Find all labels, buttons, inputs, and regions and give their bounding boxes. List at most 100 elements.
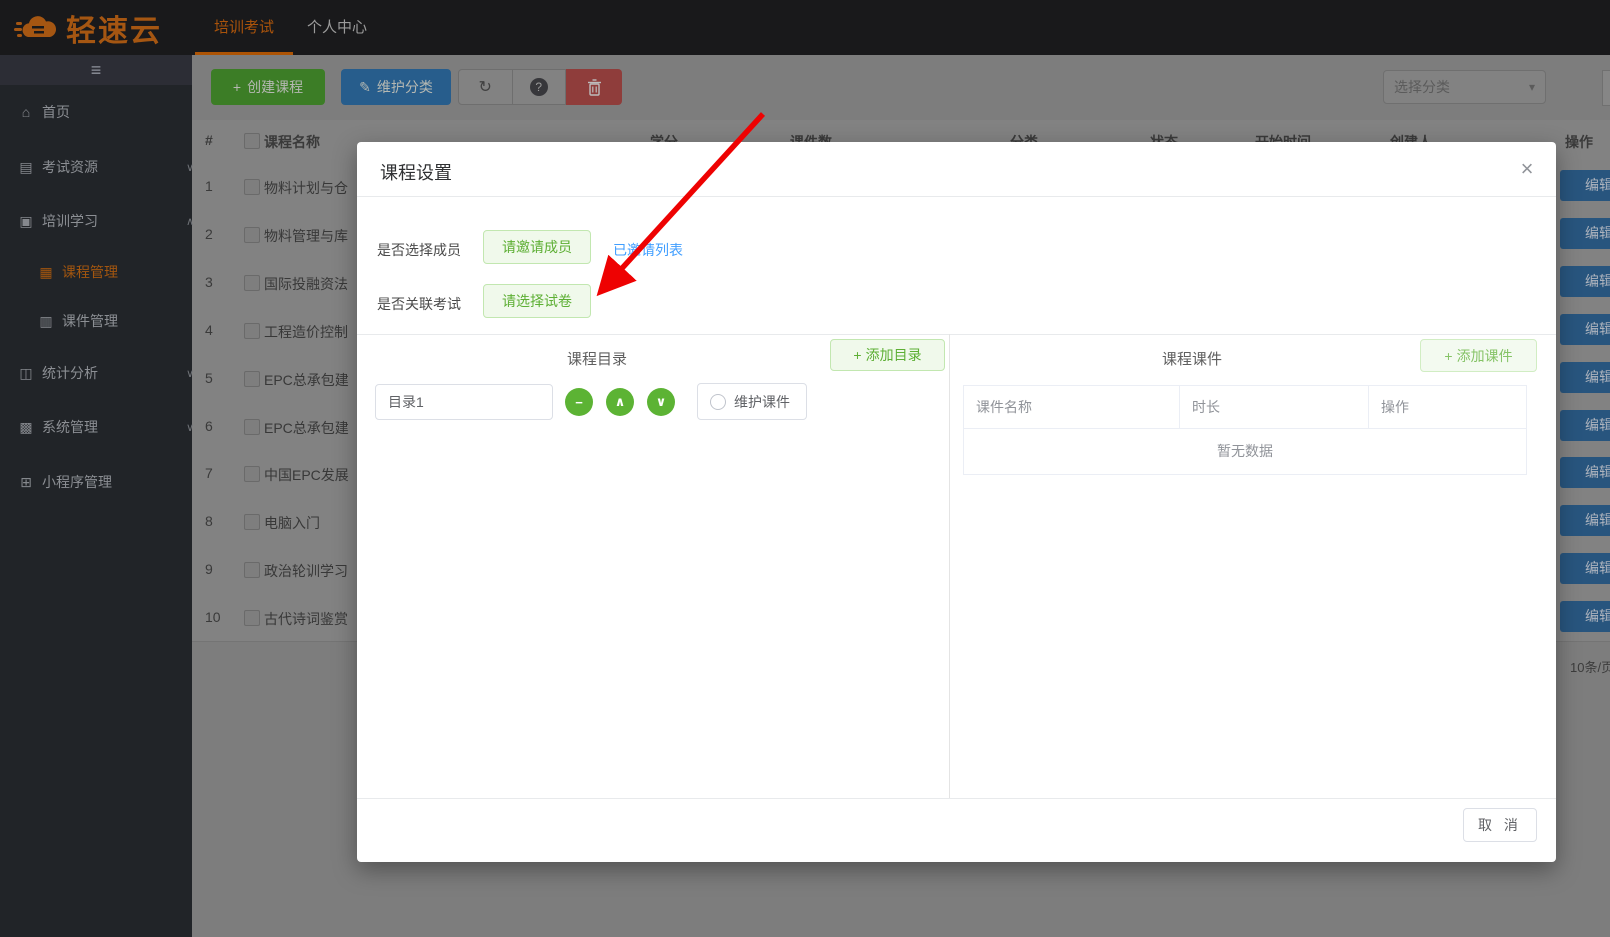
toolbar-button-group: ↻ ? xyxy=(458,69,566,105)
delete-button[interactable] xyxy=(566,69,622,105)
col-action: 操作 xyxy=(1368,386,1526,428)
column-header: 课程名称 xyxy=(264,134,320,150)
add-catalog-label: 添加目录 xyxy=(865,347,922,363)
sidebar: ≡ ⌂ 首页 ▤ 考试资源 ∨ ▣ 培训学习 ∧ ▦ 课程管理 ▥ 课件管理 ◫ 统计分析 ∨ ▩ 系统管理 ∨ ⊞… xyxy=(0,55,194,937)
row-checkbox[interactable] xyxy=(244,418,260,435)
sidebar-item-label: 培训学习 xyxy=(42,213,98,229)
course-name: 工程造价控制 xyxy=(264,323,348,340)
sidebar-item-2[interactable]: ▤ 考试资源 ∨ xyxy=(0,155,210,179)
create-course-label: 创建课程 xyxy=(247,79,304,95)
exam-resources-icon: ▤ xyxy=(19,158,33,175)
maintain-courseware-radio[interactable]: 维护课件 xyxy=(697,383,807,420)
edit-button[interactable]: 编辑 xyxy=(1560,601,1610,633)
edit-button[interactable]: 编辑 xyxy=(1560,313,1610,345)
chevron-icon: ∨ xyxy=(185,367,194,380)
sidebar-item-8[interactable]: ⊞ 小程序管理 xyxy=(0,470,210,494)
member-row-label: 是否选择成员 xyxy=(377,242,461,258)
brand-name: 轻速云 xyxy=(66,15,162,48)
chevron-down-icon: ▾ xyxy=(1528,80,1535,94)
brand: 轻速云 xyxy=(14,6,162,50)
tab-personal-center-label: 个人中心 xyxy=(306,19,367,36)
clipped-control[interactable] xyxy=(1602,70,1610,106)
invited-list-link[interactable]: 已邀请列表 xyxy=(613,240,683,260)
remove-catalog-button[interactable]: − xyxy=(565,388,593,416)
sidebar-item-label: 系统管理 xyxy=(42,419,98,435)
category-select[interactable]: 选择分类 ▾ xyxy=(1383,70,1546,104)
courseware-table: 课件名称 时长 操作 暂无数据 xyxy=(963,385,1527,475)
course-name: 物料管理与库 xyxy=(264,227,348,244)
sidebar-collapse-toggle[interactable]: ≡ xyxy=(0,55,192,85)
trash-icon xyxy=(587,78,601,96)
add-courseware-button[interactable]: + 添加课件 xyxy=(1420,339,1537,372)
row-checkbox[interactable] xyxy=(244,226,260,243)
course-management-icon: ▦ xyxy=(39,263,53,280)
select-paper-button[interactable]: 请选择试卷 xyxy=(483,284,591,318)
row-checkbox[interactable] xyxy=(244,514,260,531)
sidebar-item-7[interactable]: ▩ 系统管理 ∨ xyxy=(0,415,210,439)
page-size-indicator[interactable]: 10条/页 xyxy=(1570,657,1610,676)
sidebar-item-6[interactable]: ◫ 统计分析 ∨ xyxy=(0,361,210,385)
row-checkbox[interactable] xyxy=(244,562,260,579)
help-button[interactable]: ? xyxy=(511,70,566,104)
plus-icon: + xyxy=(853,347,862,363)
tab-training-exam[interactable]: 培训考试 xyxy=(195,0,293,55)
edit-button[interactable]: 编辑 xyxy=(1560,457,1610,489)
refresh-button[interactable]: ↻ xyxy=(459,70,512,104)
add-catalog-button[interactable]: + 添加目录 xyxy=(830,339,945,371)
course-name: 古代诗词鉴赏 xyxy=(264,611,348,628)
panel-divider xyxy=(949,334,950,798)
edit-button[interactable]: 编辑 xyxy=(1560,409,1610,441)
chevron-down-icon: ∨ xyxy=(655,394,667,409)
edit-button[interactable]: 编辑 xyxy=(1560,553,1610,585)
chevron-up-icon: ∧ xyxy=(614,394,626,409)
refresh-icon: ↻ xyxy=(478,79,492,96)
edit-button[interactable]: 编辑 xyxy=(1560,505,1610,537)
row-checkbox[interactable] xyxy=(244,370,260,387)
chevron-icon: ∨ xyxy=(185,161,194,174)
select-all-checkbox[interactable] xyxy=(244,133,260,149)
close-icon[interactable]: × xyxy=(1512,154,1542,184)
course-name: 政治轮训学习 xyxy=(264,563,348,580)
statistics-icon: ◫ xyxy=(19,364,33,381)
row-checkbox[interactable] xyxy=(244,322,260,339)
column-header: # xyxy=(205,132,213,148)
edit-button[interactable]: 编辑 xyxy=(1560,361,1610,393)
radio-icon xyxy=(710,393,726,410)
row-checkbox[interactable] xyxy=(244,274,260,291)
row-checkbox[interactable] xyxy=(244,466,260,483)
tab-personal-center[interactable]: 个人中心 xyxy=(293,0,381,55)
sidebar-item-3[interactable]: ▣ 培训学习 ∧ xyxy=(0,209,210,233)
course-name: 国际投融资法 xyxy=(264,275,348,292)
select-paper-label: 请选择试卷 xyxy=(502,293,572,309)
maintain-category-button[interactable]: ✎ 维护分类 xyxy=(341,69,451,105)
logo-cloud-icon xyxy=(14,16,57,37)
tab-training-exam-label: 培训考试 xyxy=(213,19,274,36)
top-bar: 轻速云 培训考试 个人中心 xyxy=(0,0,1610,55)
row-checkbox[interactable] xyxy=(244,610,260,627)
move-up-button[interactable]: ∧ xyxy=(606,388,634,416)
edit-button[interactable]: 编辑 xyxy=(1560,265,1610,297)
miniprogram-icon: ⊞ xyxy=(20,473,32,490)
edit-button[interactable]: 编辑 xyxy=(1560,170,1610,201)
sidebar-item-label: 课程管理 xyxy=(62,264,118,280)
catalog-name-input[interactable] xyxy=(375,384,553,420)
course-name: 物料计划与仓 xyxy=(264,180,348,196)
sidebar-item-label: 考试资源 xyxy=(42,159,98,175)
sidebar-item-label: 首页 xyxy=(42,104,70,120)
pencil-icon: ✎ xyxy=(359,78,371,95)
create-course-button[interactable]: + 创建课程 xyxy=(211,69,325,105)
row-checkbox[interactable] xyxy=(244,179,260,195)
courseware-panel-title: 课程课件 xyxy=(1162,351,1223,368)
move-down-button[interactable]: ∨ xyxy=(647,388,675,416)
cancel-button[interactable]: 取 消 xyxy=(1463,808,1537,842)
chevron-icon: ∨ xyxy=(185,421,194,434)
plus-icon: + xyxy=(1444,347,1453,364)
sidebar-item-5[interactable]: ▥ 课件管理 xyxy=(0,309,230,333)
invite-members-button[interactable]: 请邀请成员 xyxy=(483,230,591,264)
training-study-icon: ▣ xyxy=(19,212,33,229)
section-divider xyxy=(357,334,1556,335)
maintain-category-label: 维护分类 xyxy=(376,79,433,95)
edit-button[interactable]: 编辑 xyxy=(1560,217,1610,249)
sidebar-item-4[interactable]: ▦ 课程管理 xyxy=(0,260,230,284)
sidebar-item-1[interactable]: ⌂ 首页 xyxy=(0,100,210,124)
